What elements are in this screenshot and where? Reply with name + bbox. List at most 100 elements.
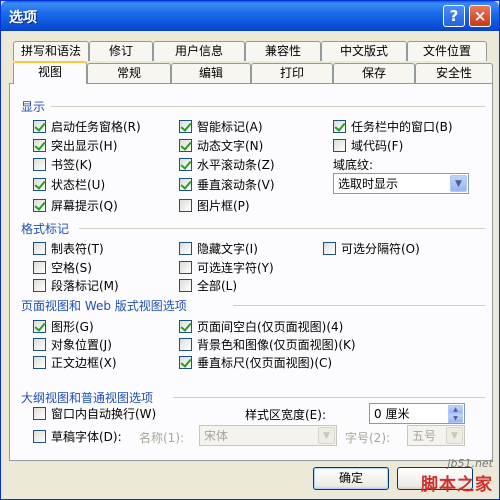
checkbox-box[interactable] [333,119,346,133]
checkbox-screen-tips[interactable]: 屏幕提示(Q) [33,197,118,213]
checkbox-field-codes[interactable]: 域代码(F) [333,137,403,153]
tab-compatibility[interactable]: 兼容性 [245,41,321,61]
checkbox-label: 图片框(P) [197,198,250,213]
close-icon[interactable]: × [469,5,491,27]
checkbox-hidden-text[interactable]: 隐藏文字(I) [179,240,258,256]
checkbox-box[interactable] [179,278,192,292]
checkbox-picture-placeholders[interactable]: 图片框(P) [179,197,250,213]
checkbox-text-boundaries[interactable]: 正文边框(X) [33,354,117,370]
chevron-up-icon[interactable]: ▲ [448,405,463,414]
tab-general[interactable]: 常规 [87,63,171,83]
checkbox-box[interactable] [33,119,46,133]
checkbox-smart-tags[interactable]: 智能标记(A) [179,118,263,134]
checkbox-vertical-ruler[interactable]: 垂直标尺(仅页面视图)(C) [179,354,332,370]
ok-button[interactable]: 确定 [313,467,389,490]
checkbox-object-anchors[interactable]: 对象位置(J) [33,336,112,352]
tab-edit[interactable]: 编辑 [171,63,251,83]
checkbox-box[interactable] [323,241,336,255]
checkbox-white-space-between-pages[interactable]: 页面间空白(仅页面视图)(4) [179,318,343,334]
checkbox-drawings[interactable]: 图形(G) [33,318,94,334]
checkbox-all-marks[interactable]: 全部(L) [179,277,237,293]
checkbox-label: 隐藏文字(I) [197,241,258,256]
checkbox-box[interactable] [33,157,46,171]
checkbox-label: 水平滚动条(Z) [197,157,275,172]
tab-print[interactable]: 打印 [251,63,333,83]
checkbox-box[interactable] [33,198,46,212]
checkbox-box[interactable] [179,119,192,133]
checkbox-label: 段落标记(M) [51,278,119,293]
checkbox-box[interactable] [33,241,46,255]
checkbox-box[interactable] [179,138,192,152]
checkbox-paragraph-marks[interactable]: 段落标记(M) [33,277,119,293]
draft-font-name-value: 宋体 [204,429,229,443]
tab-track-changes[interactable]: 修订 [89,41,153,61]
checkbox-windows-in-taskbar[interactable]: 任务栏中的窗口(B) [333,118,453,134]
chevron-down-icon[interactable]: ▼ [450,175,467,192]
checkbox-wrap-to-window[interactable]: 窗口内自动换行(W) [33,405,156,421]
checkbox-box[interactable] [33,177,46,191]
tab-file-locations[interactable]: 文件位置 [407,41,487,61]
watermark-name: 脚本之家 [421,475,493,495]
tab-user-info[interactable]: 用户信息 [153,41,245,61]
checkbox-optional-hyphens[interactable]: 可选连字符(Y) [179,259,274,275]
section-title-outline: 大纲视图和普通视图选项 [21,389,158,406]
checkbox-label: 垂直滚动条(V) [197,177,275,192]
checkbox-tab-characters[interactable]: 制表符(T) [33,240,104,256]
checkbox-box[interactable] [179,337,192,351]
tab-security[interactable]: 安全性 [415,63,493,83]
section-divider [173,397,485,398]
checkbox-vertical-scrollbar[interactable]: 垂直滚动条(V) [179,176,275,192]
checkbox-draft-font[interactable]: 草稿字体(D): [33,428,122,444]
checkbox-animated-text[interactable]: 动态文字(N) [179,137,263,153]
checkbox-background-colors[interactable]: 背景色和图像(仅页面视图)(K) [179,336,356,352]
section-divider [51,106,485,107]
tab-view[interactable]: 视图 [13,61,87,84]
chevron-down-icon[interactable]: ▼ [448,414,463,423]
help-icon[interactable]: ? [443,5,465,27]
draft-font-size-select[interactable]: 五号 ▼ [407,425,465,446]
chevron-down-icon[interactable]: ▼ [318,427,335,444]
checkbox-box[interactable] [179,241,192,255]
checkbox-label: 背景色和图像(仅页面视图)(K) [197,337,356,352]
title-bar[interactable]: 选项 ? × [1,1,499,31]
checkbox-label: 垂直标尺(仅页面视图)(C) [197,355,333,370]
field-shading-select[interactable]: 选取时显示 ▼ [333,173,469,194]
tab-spelling-grammar[interactable]: 拼写和语法 [13,41,89,61]
checkbox-label: 域代码(F) [351,138,404,153]
checkbox-box[interactable] [33,138,46,152]
checkbox-label: 突出显示(H) [51,138,118,153]
checkbox-box[interactable] [33,429,46,443]
checkbox-optional-breaks[interactable]: 可选分隔符(O) [323,240,420,256]
checkbox-box[interactable] [179,260,192,274]
checkbox-box[interactable] [33,406,46,420]
checkbox-box[interactable] [33,319,46,333]
checkbox-box[interactable] [179,177,192,191]
tab-asian-typography[interactable]: 中文版式 [321,41,407,61]
checkbox-label: 状态栏(U) [51,177,106,192]
checkbox-box[interactable] [33,278,46,292]
tab-save[interactable]: 保存 [333,63,415,83]
checkbox-box[interactable] [179,198,192,212]
style-area-width-spinner[interactable]: 0 厘米 ▲ ▼ [369,403,465,424]
checkbox-box[interactable] [179,355,192,369]
checkbox-startup-task-pane[interactable]: 启动任务窗格(R) [33,118,141,134]
checkbox-box[interactable] [179,157,192,171]
checkbox-spaces[interactable]: 空格(S) [33,259,92,275]
checkbox-status-bar[interactable]: 状态栏(U) [33,176,105,192]
draft-font-size-value: 五号 [412,429,437,443]
checkbox-label: 启动任务窗格(R) [51,119,141,134]
checkbox-bookmarks[interactable]: 书签(K) [33,156,92,172]
field-shading-value: 选取时显示 [338,177,399,191]
checkbox-box[interactable] [33,337,46,351]
checkbox-highlight[interactable]: 突出显示(H) [33,137,117,153]
checkbox-box[interactable] [179,319,192,333]
chevron-down-icon[interactable]: ▼ [446,427,463,444]
checkbox-box[interactable] [333,138,346,152]
checkbox-box[interactable] [33,355,46,369]
spin-buttons[interactable]: ▲ ▼ [448,405,463,423]
checkbox-horizontal-scrollbar[interactable]: 水平滚动条(Z) [179,156,275,172]
checkbox-box[interactable] [33,260,46,274]
checkbox-label: 图形(G) [51,319,94,334]
checkbox-label: 制表符(T) [51,241,104,256]
draft-font-name-select[interactable]: 宋体 ▼ [199,425,337,446]
